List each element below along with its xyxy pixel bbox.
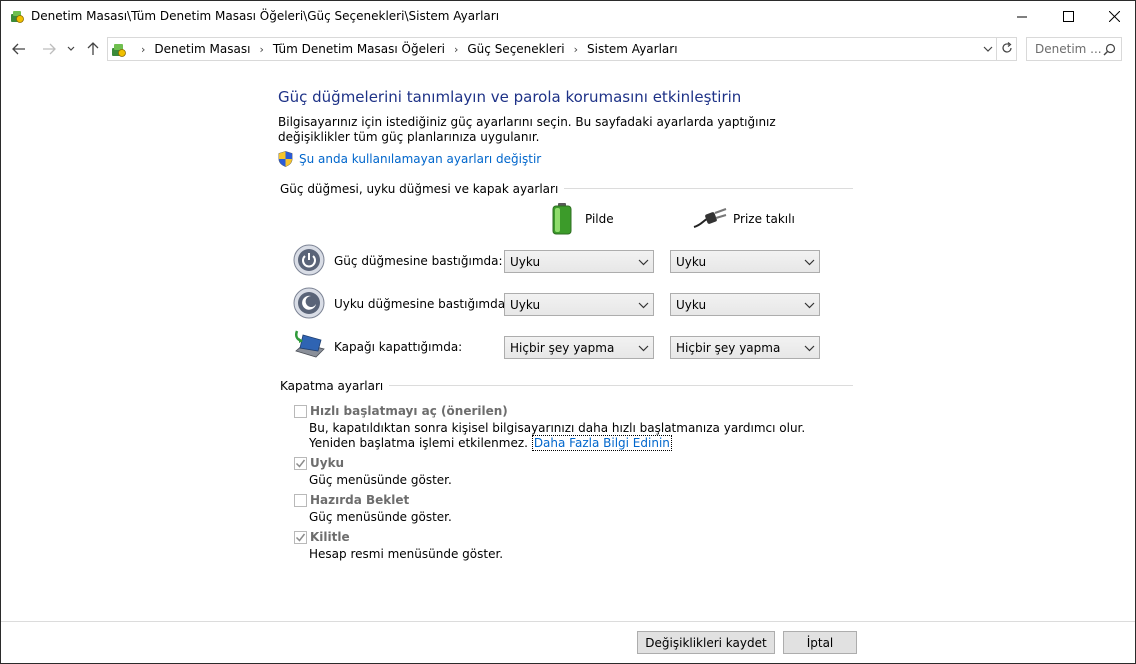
search-input[interactable]: Denetim ...: [1026, 37, 1122, 61]
fast-startup-label: Hızlı başlatmayı aç (önerilen): [310, 404, 508, 418]
sleep-button-action-label: Uyku düğmesine bastığımda:: [334, 297, 510, 311]
address-bar[interactable]: › Denetim Masası › Tüm Denetim Masası Öğ…: [107, 37, 997, 61]
select-value: Uyku: [676, 255, 707, 269]
back-arrow-icon[interactable]: [9, 39, 29, 59]
search-placeholder: Denetim ...: [1035, 42, 1102, 56]
sleep-label: Uyku: [310, 456, 345, 470]
uac-shield-icon: [278, 151, 293, 167]
power-plug-icon: [693, 207, 727, 229]
close-button[interactable]: [1091, 1, 1135, 32]
power-button-icon: [293, 244, 325, 276]
chevron-right-icon[interactable]: ›: [574, 43, 578, 56]
sleep-description: Güç menüsünde göster.: [309, 473, 452, 487]
laptop-lid-icon: [293, 329, 325, 361]
address-dropdown-chevron-icon[interactable]: [982, 43, 994, 55]
hibernate-description: Güç menüsünde göster.: [309, 510, 452, 524]
refresh-button[interactable]: [997, 37, 1017, 61]
hibernate-label: Hazırda Beklet: [310, 493, 410, 507]
power-buttons-group-title: Güç düğmesi, uyku düğmesi ve kapak ayarl…: [280, 182, 565, 196]
hibernate-checkbox[interactable]: [294, 494, 307, 507]
sleep-button-plugged-in-select[interactable]: Uyku: [670, 293, 820, 316]
breadcrumb-item-control-panel[interactable]: Denetim Masası: [154, 42, 250, 56]
checkmark-icon: [295, 459, 306, 468]
sleep-button-icon: [293, 287, 325, 319]
page-description: Bilgisayarınız için istediğiniz güç ayar…: [278, 115, 776, 144]
lid-close-on-battery-select[interactable]: Hiçbir şey yapma: [504, 336, 654, 359]
fast-startup-checkbox[interactable]: [294, 405, 307, 418]
breadcrumb-item-power-options[interactable]: Güç Seçenekleri: [467, 42, 564, 56]
search-icon: [1103, 43, 1116, 56]
plugged-in-column-label: Prize takılı: [733, 212, 795, 226]
recent-locations-chevron-icon[interactable]: [63, 39, 79, 59]
breadcrumb-item-system-settings[interactable]: Sistem Ayarları: [587, 42, 678, 56]
on-battery-column-label: Pilde: [585, 212, 614, 226]
lock-checkbox[interactable]: [294, 531, 307, 544]
power-button-plugged-in-select[interactable]: Uyku: [670, 250, 820, 273]
select-value: Hiçbir şey yapma: [510, 341, 615, 355]
lock-description: Hesap resmi menüsünde göster.: [309, 547, 504, 561]
checkmark-icon: [295, 533, 306, 542]
power-button-action-label: Güç düğmesine bastığımda:: [334, 254, 503, 268]
minimize-button[interactable]: [999, 1, 1045, 32]
chevron-down-icon: [638, 300, 649, 311]
power-button-on-battery-select[interactable]: Uyku: [504, 250, 654, 273]
breadcrumb: › Denetim Masası › Tüm Denetim Masası Öğ…: [132, 38, 678, 60]
select-value: Uyku: [676, 298, 707, 312]
sleep-checkbox[interactable]: [294, 457, 307, 470]
chevron-right-icon[interactable]: ›: [141, 43, 145, 56]
window-title: Denetim Masası\Tüm Denetim Masası Öğeler…: [31, 9, 500, 23]
maximize-button[interactable]: [1045, 1, 1091, 32]
refresh-icon: [1001, 41, 1013, 57]
breadcrumb-item-all-items[interactable]: Tüm Denetim Masası Öğeleri: [273, 42, 445, 56]
footer-bar: [1, 621, 1135, 663]
lid-close-action-label: Kapağı kapattığımda:: [334, 340, 463, 354]
chevron-down-icon: [804, 300, 815, 311]
shutdown-settings-group-title: Kapatma ayarları: [280, 379, 390, 393]
forward-arrow-icon[interactable]: [39, 39, 59, 59]
select-value: Uyku: [510, 298, 541, 312]
select-value: Hiçbir şey yapma: [676, 341, 781, 355]
sleep-button-on-battery-select[interactable]: Uyku: [504, 293, 654, 316]
control-panel-window: Denetim Masası\Tüm Denetim Masası Öğeler…: [0, 0, 1136, 664]
cancel-button[interactable]: İptal: [783, 631, 857, 654]
chevron-down-icon: [804, 257, 815, 268]
chevron-right-icon[interactable]: ›: [259, 43, 263, 56]
chevron-down-icon: [638, 343, 649, 354]
power-options-app-icon: [9, 8, 25, 24]
learn-more-link[interactable]: Daha Fazla Bilgi Edinin: [531, 435, 672, 451]
select-value: Uyku: [510, 255, 541, 269]
navigation-bar: › Denetim Masası › Tüm Denetim Masası Öğ…: [1, 33, 1135, 65]
chevron-right-icon[interactable]: ›: [454, 43, 458, 56]
chevron-down-icon: [804, 343, 815, 354]
up-arrow-icon[interactable]: [83, 39, 103, 59]
control-panel-icon: [110, 41, 127, 58]
lid-close-plugged-in-select[interactable]: Hiçbir şey yapma: [670, 336, 820, 359]
chevron-down-icon: [638, 257, 649, 268]
page-title: Güç düğmelerini tanımlayın ve parola kor…: [278, 88, 742, 106]
fast-startup-description: Bu, kapatıldıktan sonra kişisel bilgisay…: [309, 421, 849, 451]
title-bar: Denetim Masası\Tüm Denetim Masası Öğeler…: [1, 1, 1135, 32]
save-changes-button[interactable]: Değişiklikleri kaydet: [637, 631, 775, 654]
lock-label: Kilitle: [310, 530, 350, 544]
change-unavailable-settings-link[interactable]: Şu anda kullanılamayan ayarları değiştir: [299, 152, 541, 166]
battery-icon: [552, 203, 572, 235]
